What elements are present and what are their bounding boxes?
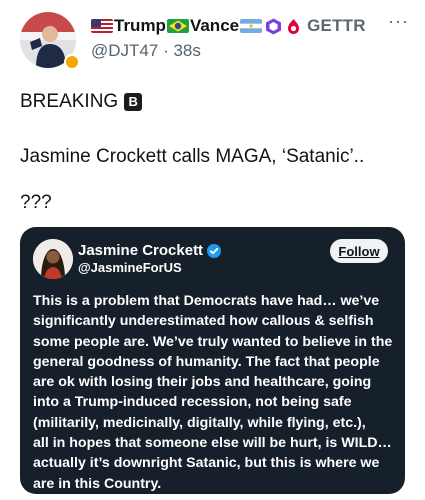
post-header: Trump Vance GETTR @DJT47 · 38s ···: [20, 10, 411, 72]
post-body: BREAKING B Jasmine Crockett calls MAGA, …: [20, 90, 405, 213]
purple-hexagon-icon: [265, 18, 282, 35]
author-name: Trump: [114, 16, 166, 35]
quoted-post-card[interactable]: Jasmine Crockett @JasmineForUS Follow Th…: [20, 227, 405, 494]
follow-button[interactable]: Follow: [330, 239, 388, 263]
quoted-author-name-line[interactable]: Jasmine Crockett: [78, 242, 222, 259]
us-flag-icon: [91, 19, 113, 33]
quoted-author-handle[interactable]: @JasmineForUS: [78, 260, 182, 275]
b-button-icon: B: [124, 93, 143, 111]
brazil-flag-icon: [166, 19, 189, 33]
author-name-2: Vance: [189, 16, 240, 35]
breaking-line: BREAKING B: [20, 90, 405, 114]
post-time: 38s: [173, 41, 201, 60]
quoted-author-avatar[interactable]: [33, 239, 73, 279]
platform-tag: GETTR: [307, 16, 366, 35]
argentina-flag-icon: [240, 19, 263, 33]
post-paragraph: Jasmine Crockett calls MAGA, ‘Satanic’..: [20, 146, 365, 167]
author-handle: @DJT47: [91, 41, 159, 60]
more-options-icon[interactable]: ···: [388, 12, 409, 30]
verified-badge-icon: [207, 243, 222, 258]
quoted-author-name: Jasmine Crockett: [78, 242, 204, 259]
separator-dot: ·: [163, 41, 174, 60]
breaking-label: BREAKING: [20, 91, 119, 112]
author-handle-line[interactable]: @DJT47 · 38s: [91, 41, 201, 61]
gold-badge-icon: [64, 54, 80, 70]
author-name-line[interactable]: Trump Vance GETTR: [91, 16, 366, 36]
gettr-logo-icon: [285, 18, 302, 35]
post-question: ???: [20, 192, 52, 213]
quoted-post-text: This is a problem that Democrats have ha…: [33, 293, 393, 492]
